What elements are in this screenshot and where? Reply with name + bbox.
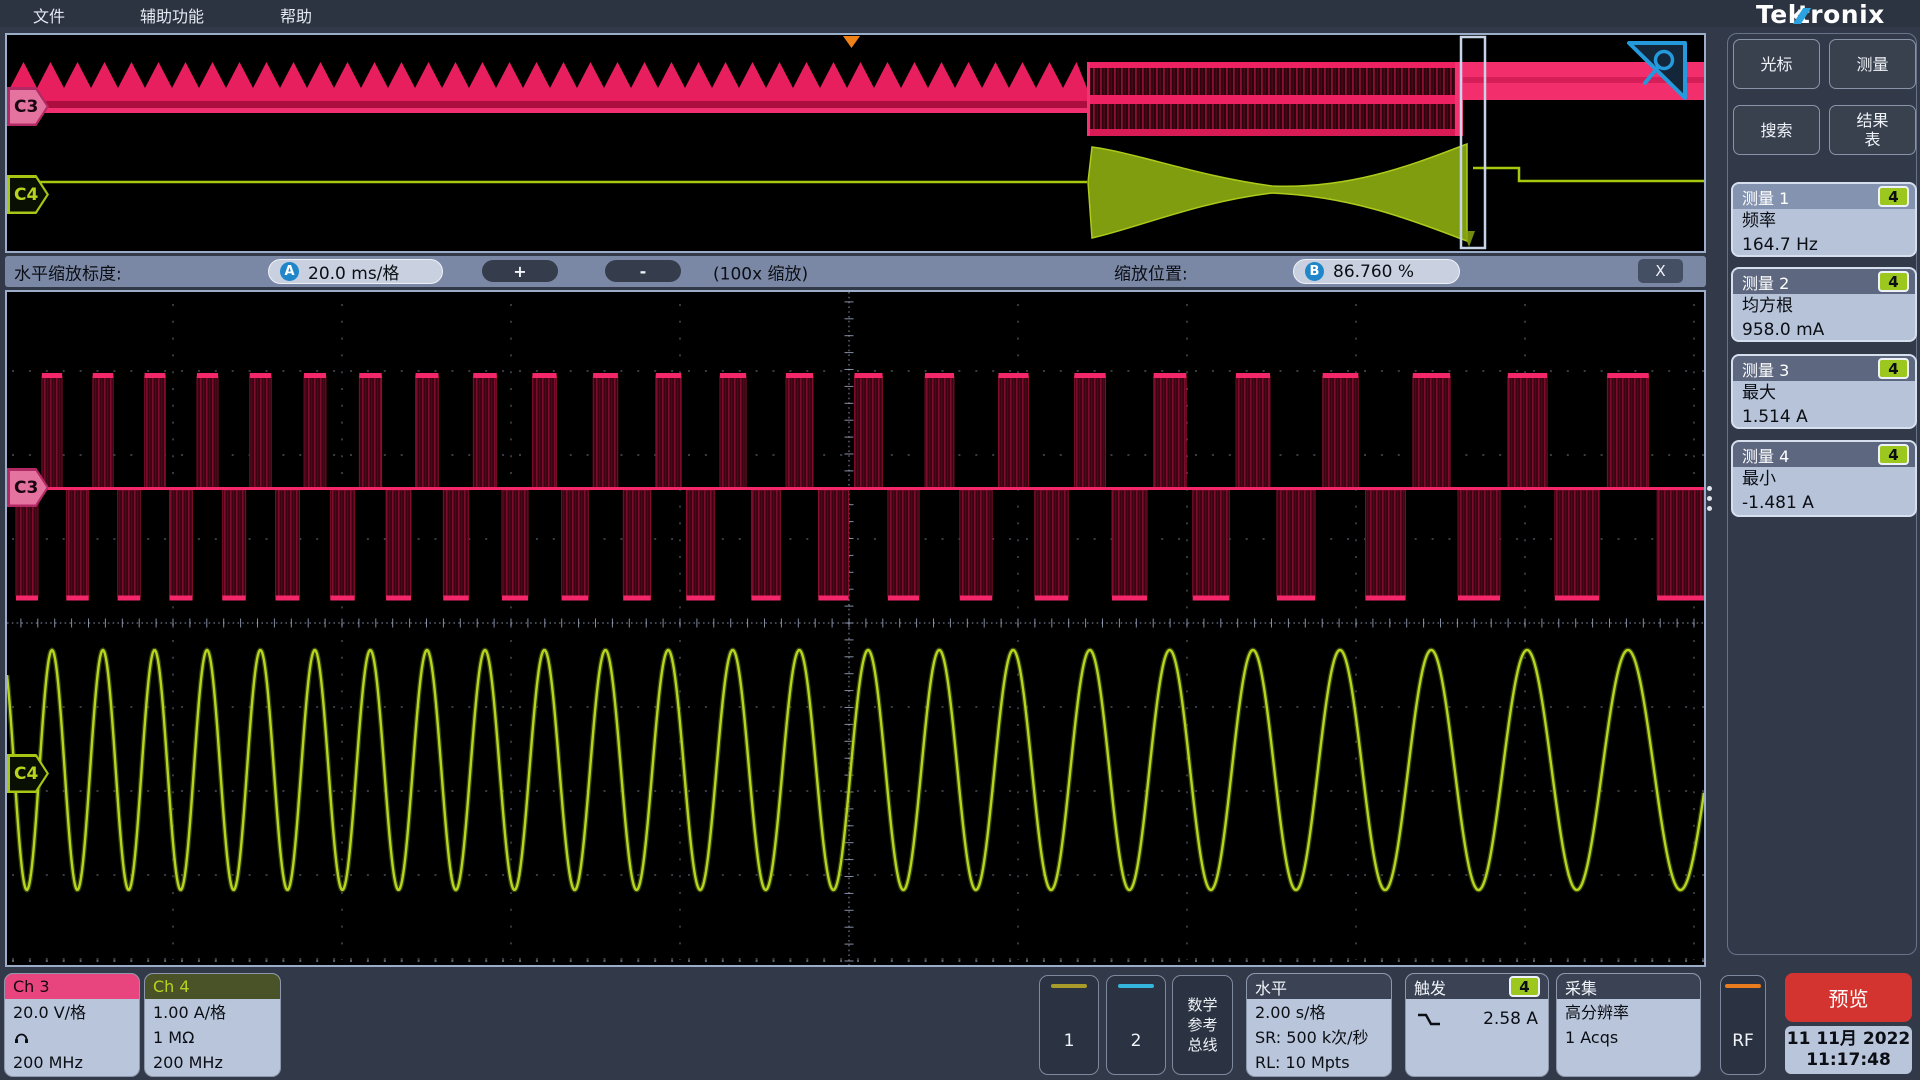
measurement-name: 均方根 — [1733, 294, 1915, 318]
sample-rate: SR: 500 k次/秒 — [1255, 1025, 1383, 1050]
waveview-1-button[interactable]: 1 — [1039, 975, 1099, 1075]
zoom-ch4-flag[interactable]: C4 — [7, 754, 49, 793]
time-text: 11:17:48 — [1785, 1050, 1912, 1071]
status-bar: Ch 3 20.0 V/格 200 MHz Ch 4 1.00 A/格 1 MΩ… — [0, 971, 1920, 1080]
zoom-waveform-panel[interactable] — [5, 290, 1706, 967]
measurement-value: -1.481 A — [1733, 491, 1915, 515]
preview-button[interactable]: 预览 — [1785, 973, 1912, 1022]
probe-icon — [13, 1030, 30, 1045]
ch4-impedance: 1 MΩ — [153, 1025, 272, 1050]
menu-utility[interactable]: 辅助功能 — [140, 3, 204, 27]
zoom-scale-label: 水平缩放标度: — [14, 259, 122, 284]
panel-drag-handle[interactable] — [1707, 486, 1713, 516]
menu-bar: 文件 辅助功能 帮助 Tektronix — [0, 0, 1920, 27]
rf-color-icon — [1725, 984, 1761, 988]
measurement-value: 1.514 A — [1733, 405, 1915, 429]
source-channel-badge: 4 — [1878, 358, 1909, 379]
zoom-ch3-flag[interactable]: C3 — [7, 468, 49, 507]
measurement-title: 测量 4 — [1742, 443, 1789, 467]
measurement-value: 958.0 mA — [1733, 318, 1915, 342]
ch3-badge[interactable]: Ch 3 20.0 V/格 200 MHz — [4, 973, 140, 1077]
zoom-position-value: 86.760 % — [1333, 262, 1414, 282]
date-text: 11 11月 2022 — [1785, 1029, 1912, 1050]
math-ref-bus-button[interactable]: 数学 参考 总线 — [1172, 975, 1233, 1075]
zoom-scale-value: 20.0 ms/格 — [308, 259, 399, 284]
measurement-title: 测量 1 — [1742, 185, 1789, 209]
source-channel-badge: 4 — [1878, 444, 1909, 465]
tektronix-logo: Tektronix — [1756, 0, 1885, 29]
measurement-value: 164.7 Hz — [1733, 233, 1915, 257]
measurement-card-3[interactable]: 测量 3 4 最大 1.514 A — [1731, 354, 1917, 429]
measure-button[interactable]: 测量 — [1829, 39, 1916, 89]
measurement-card-1[interactable]: 测量 1 4 频率 164.7 Hz — [1731, 182, 1917, 257]
acquisition-count: 1 Acqs — [1565, 1025, 1692, 1050]
waveview-1-color-icon — [1051, 984, 1087, 988]
waveform-region: 水平缩放标度: A 20.0 ms/格 + - (100x 缩放) 缩放位置: … — [5, 33, 1706, 967]
overview-c3-trace — [10, 62, 1704, 136]
measurement-title: 测量 2 — [1742, 270, 1789, 294]
zoom-in-button[interactable]: + — [482, 260, 558, 282]
trigger-source-badge: 4 — [1509, 976, 1540, 997]
cursors-button[interactable]: 光标 — [1733, 39, 1820, 89]
ch4-badge[interactable]: Ch 4 1.00 A/格 1 MΩ 200 MHz — [144, 973, 281, 1077]
ch3-bandwidth: 200 MHz — [13, 1050, 131, 1075]
results-table-button[interactable]: 结果表 — [1829, 105, 1916, 155]
overview-waveform-panel[interactable] — [5, 33, 1706, 253]
source-channel-badge: 4 — [1878, 271, 1909, 292]
knob-a-icon: A — [280, 262, 299, 281]
acquisition-mode: 高分辨率 — [1565, 1000, 1692, 1025]
overview-c4-trace — [10, 144, 1704, 247]
overview-ch4-flag[interactable]: C4 — [7, 175, 49, 214]
zoom-factor-label: (100x 缩放) — [713, 259, 808, 284]
measurement-name: 最小 — [1733, 467, 1915, 491]
ch3-scale: 20.0 V/格 — [13, 1000, 131, 1025]
c3-pwm-trace — [7, 373, 1704, 601]
source-channel-badge: 4 — [1878, 186, 1909, 207]
zoom-out-button[interactable]: - — [605, 260, 681, 282]
ch4-bandwidth: 200 MHz — [153, 1050, 272, 1075]
measurement-name: 频率 — [1733, 209, 1915, 233]
knob-b-icon: B — [1305, 262, 1324, 281]
record-length: RL: 10 Mpts — [1255, 1050, 1383, 1075]
menu-file[interactable]: 文件 — [33, 3, 65, 27]
menu-help[interactable]: 帮助 — [280, 3, 312, 27]
horizontal-badge[interactable]: 水平 2.00 s/格 SR: 500 k次/秒 RL: 10 Mpts — [1246, 973, 1392, 1077]
zoom-position-label: 缩放位置: — [1114, 259, 1188, 284]
overview-waveform-svg — [7, 35, 1704, 251]
rf-button[interactable]: RF — [1720, 975, 1766, 1075]
trigger-badge[interactable]: 触发 4 2.58 A — [1405, 973, 1549, 1077]
c4-sine-trace — [7, 650, 1704, 890]
falling-edge-icon — [1416, 1011, 1442, 1028]
zoom-position-knob[interactable]: B 86.760 % — [1293, 259, 1460, 284]
acquisition-badge[interactable]: 采集 高分辨率 1 Acqs — [1556, 973, 1701, 1077]
oscilloscope-screen: { "menu": { "items": ["文件", "辅助功能", "帮助"… — [0, 0, 1920, 1080]
search-button[interactable]: 搜索 — [1733, 105, 1820, 155]
measurement-name: 最大 — [1733, 381, 1915, 405]
measurement-card-2[interactable]: 测量 2 4 均方根 958.0 mA — [1731, 267, 1917, 342]
acquisition-header: 采集 — [1557, 974, 1700, 999]
horizontal-zoom-toolbar: 水平缩放标度: A 20.0 ms/格 + - (100x 缩放) 缩放位置: … — [5, 256, 1706, 287]
ch4-header: Ch 4 — [145, 974, 280, 999]
datetime-display: 11 11月 2022 11:17:48 — [1785, 1026, 1912, 1074]
horizontal-header: 水平 — [1247, 974, 1391, 999]
trigger-level: 2.58 A — [1483, 1009, 1538, 1029]
waveview-2-button[interactable]: 2 — [1106, 975, 1166, 1075]
overview-ch3-flag[interactable]: C3 — [7, 87, 49, 126]
ch4-scale: 1.00 A/格 — [153, 1000, 272, 1025]
trigger-position-icon[interactable] — [843, 36, 860, 48]
ch3-header: Ch 3 — [5, 974, 139, 999]
ch3-coupling — [13, 1025, 131, 1050]
zoom-waveform-svg — [7, 292, 1704, 965]
measurement-title: 测量 3 — [1742, 357, 1789, 381]
measurement-card-4[interactable]: 测量 4 4 最小 -1.481 A — [1731, 440, 1917, 517]
waveview-2-color-icon — [1118, 984, 1154, 988]
trigger-header: 触发 — [1414, 975, 1446, 999]
zoom-close-button[interactable]: X — [1638, 259, 1683, 283]
horizontal-scale: 2.00 s/格 — [1255, 1000, 1383, 1025]
zoom-scale-knob[interactable]: A 20.0 ms/格 — [268, 259, 443, 284]
